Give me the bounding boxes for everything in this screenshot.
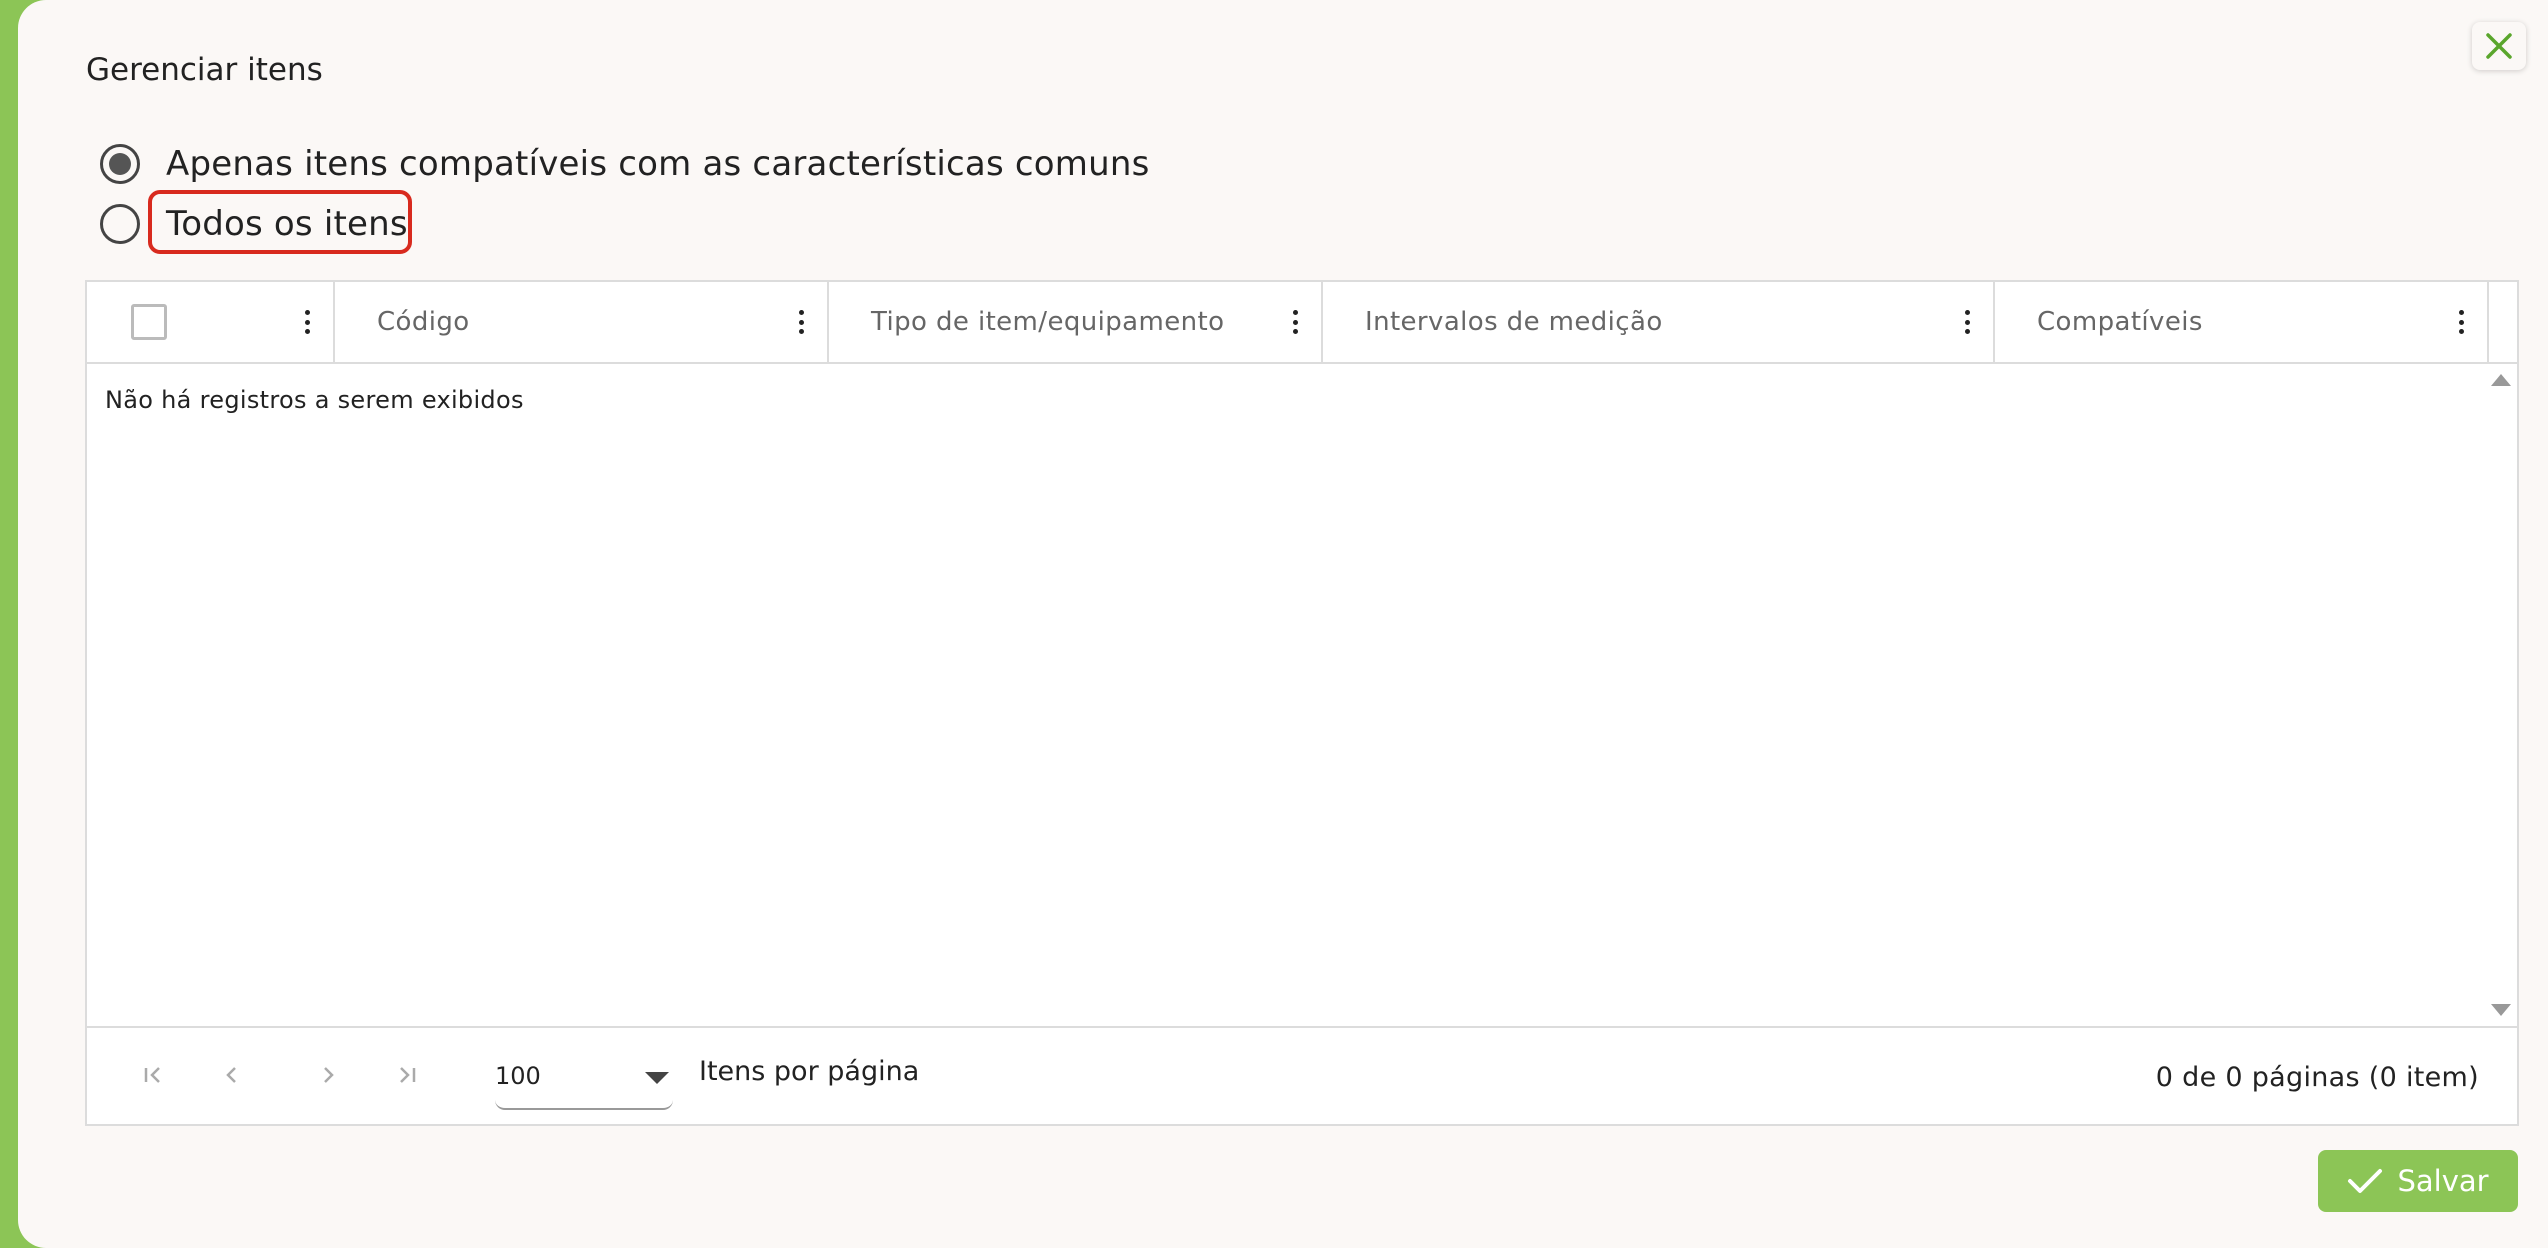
manage-items-dialog: Gerenciar itens Apenas itens compatíveis… [18, 0, 2548, 1248]
next-page-icon[interactable] [311, 1058, 345, 1092]
column-title-codigo: Código [377, 307, 470, 337]
column-menu-icon[interactable] [797, 310, 805, 334]
column-title-tipo: Tipo de item/equipamento [871, 307, 1225, 337]
column-title-compativeis: Compatíveis [2037, 307, 2203, 337]
check-icon [2348, 1169, 2383, 1193]
chevron-down-icon [645, 1072, 669, 1084]
radio-button-all[interactable] [100, 204, 140, 244]
highlight-box [148, 190, 412, 254]
pager: 100 Itens por página 0 de 0 páginas (0 i… [87, 1026, 2517, 1124]
column-tipo[interactable]: Tipo de item/equipamento [829, 282, 1323, 362]
column-compativeis[interactable]: Compatíveis [1995, 282, 2489, 362]
column-intervalos[interactable]: Intervalos de medição [1323, 282, 1995, 362]
dialog-title: Gerenciar itens [86, 52, 323, 88]
last-page-icon[interactable] [389, 1058, 423, 1092]
first-page-icon[interactable] [137, 1058, 171, 1092]
column-menu-icon[interactable] [1963, 310, 1971, 334]
close-icon [2486, 33, 2512, 59]
column-codigo[interactable]: Código [335, 282, 829, 362]
save-button[interactable]: Salvar [2318, 1150, 2518, 1212]
empty-message: Não há registros a serem exibidos [105, 386, 524, 414]
save-label: Salvar [2397, 1164, 2489, 1198]
column-menu-icon[interactable] [303, 310, 311, 334]
scroll-down-arrow[interactable] [2491, 1004, 2511, 1016]
page-info: 0 de 0 páginas (0 item) [2155, 1062, 2479, 1093]
page-size-value: 100 [495, 1062, 541, 1090]
grid-header: Código Tipo de item/equipamento Interval… [87, 282, 2517, 364]
prev-page-icon[interactable] [215, 1058, 249, 1092]
page-size-select[interactable]: 100 [495, 1040, 673, 1110]
column-menu-icon[interactable] [2457, 310, 2465, 334]
items-grid: Código Tipo de item/equipamento Interval… [85, 280, 2519, 1126]
scroll-up-arrow[interactable] [2491, 374, 2511, 386]
select-all-checkbox[interactable] [131, 304, 167, 340]
column-title-intervalos: Intervalos de medição [1365, 307, 1663, 337]
per-page-label: Itens por página [699, 1056, 920, 1087]
radio-compatible-only[interactable]: Apenas itens compatíveis com as caracter… [100, 144, 1150, 184]
close-button[interactable] [2472, 22, 2526, 70]
radio-button-compatible[interactable] [100, 144, 140, 184]
column-select-all [87, 282, 335, 362]
radio-label-compatible[interactable]: Apenas itens compatíveis com as caracter… [166, 144, 1150, 184]
column-menu-icon[interactable] [1291, 310, 1299, 334]
